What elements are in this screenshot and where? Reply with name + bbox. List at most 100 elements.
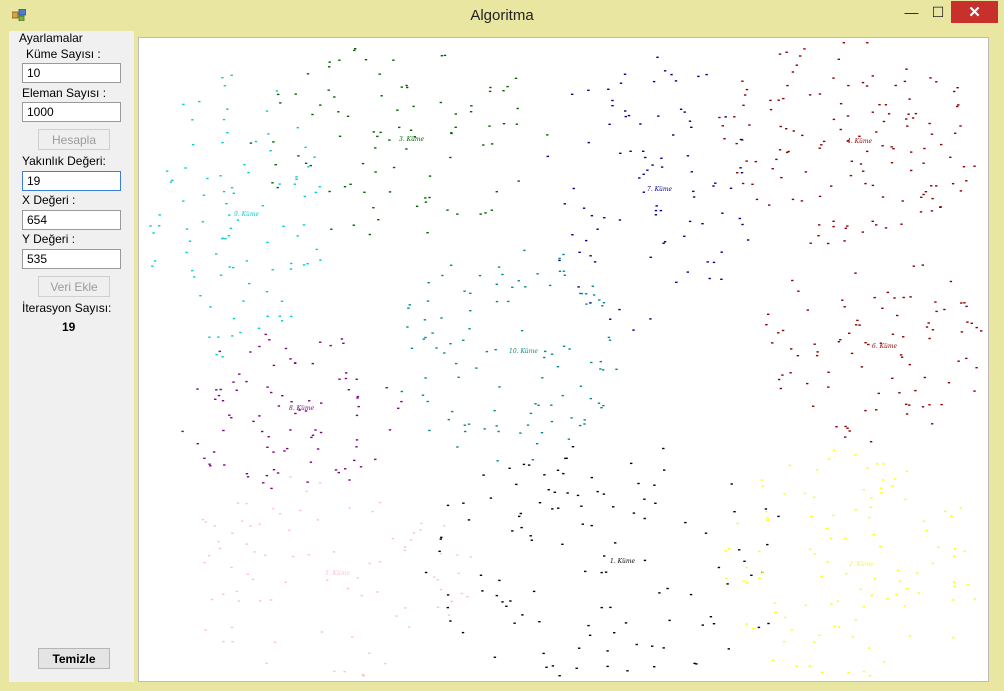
data-point bbox=[405, 84, 408, 87]
data-point bbox=[342, 342, 345, 344]
data-point bbox=[247, 171, 250, 174]
cluster-scatter-plot[interactable]: 1. Küme 2. Küme 3. Küme 4. Küme 5. Küme 6. Kü… bbox=[139, 38, 988, 681]
data-point bbox=[612, 506, 615, 508]
data-point bbox=[808, 665, 811, 667]
data-point bbox=[446, 606, 449, 609]
data-point bbox=[544, 350, 547, 353]
data-point bbox=[666, 587, 669, 590]
data-point bbox=[662, 242, 665, 244]
data-point bbox=[832, 225, 835, 228]
data-point bbox=[922, 162, 925, 164]
data-point bbox=[858, 135, 861, 137]
data-point bbox=[305, 490, 308, 493]
data-point bbox=[790, 348, 793, 350]
data-point bbox=[642, 150, 645, 152]
data-point bbox=[835, 426, 838, 428]
data-point bbox=[278, 183, 281, 185]
proximity-input[interactable]: 19 bbox=[22, 171, 121, 191]
data-point bbox=[880, 487, 883, 489]
data-point bbox=[415, 205, 419, 207]
data-point bbox=[935, 185, 938, 187]
data-point bbox=[643, 498, 646, 500]
data-point bbox=[627, 114, 631, 117]
data-point bbox=[803, 492, 806, 495]
data-point bbox=[400, 390, 403, 393]
data-point bbox=[745, 566, 748, 569]
data-point bbox=[245, 260, 248, 262]
data-point bbox=[346, 587, 350, 590]
data-point bbox=[924, 191, 928, 193]
data-point bbox=[930, 133, 934, 135]
data-point bbox=[829, 537, 832, 539]
data-point bbox=[431, 332, 434, 334]
data-point bbox=[553, 491, 556, 493]
data-point bbox=[521, 614, 524, 616]
minimize-button[interactable]: — bbox=[898, 1, 925, 23]
data-point bbox=[908, 98, 911, 100]
data-point bbox=[578, 647, 581, 649]
cluster-count-input[interactable]: 10 bbox=[22, 63, 121, 83]
data-point bbox=[764, 508, 768, 510]
data-point bbox=[237, 600, 240, 602]
data-point bbox=[302, 264, 306, 266]
data-point bbox=[587, 89, 590, 91]
data-point bbox=[493, 656, 497, 658]
data-point bbox=[768, 204, 771, 206]
data-point bbox=[439, 588, 443, 591]
data-point bbox=[524, 286, 527, 288]
data-point bbox=[599, 368, 602, 370]
data-point bbox=[839, 339, 842, 341]
close-button[interactable]: ✕ bbox=[951, 1, 998, 23]
calculate-button[interactable]: Hesapla bbox=[38, 129, 110, 150]
data-point bbox=[449, 156, 452, 159]
data-point bbox=[210, 598, 214, 601]
data-point bbox=[209, 306, 212, 308]
data-point bbox=[481, 590, 484, 592]
clear-button[interactable]: Temizle bbox=[38, 648, 110, 669]
element-count-input[interactable]: 1000 bbox=[22, 102, 121, 122]
data-point bbox=[166, 170, 169, 172]
data-point bbox=[956, 87, 959, 89]
data-point bbox=[182, 103, 185, 106]
data-point bbox=[204, 629, 207, 631]
data-point bbox=[266, 386, 269, 388]
data-point bbox=[931, 423, 934, 425]
title-bar[interactable]: Algoritma — ☐ ✕ bbox=[0, 0, 1004, 31]
data-point bbox=[643, 559, 647, 562]
data-point bbox=[791, 198, 795, 201]
data-point bbox=[875, 131, 878, 133]
data-point bbox=[659, 209, 663, 212]
data-point bbox=[643, 517, 646, 520]
data-point bbox=[898, 580, 902, 582]
add-data-button[interactable]: Veri Ekle bbox=[38, 276, 110, 297]
data-point bbox=[562, 270, 566, 272]
data-point bbox=[171, 179, 174, 181]
data-point bbox=[519, 512, 522, 515]
cluster-plot-panel[interactable]: 1. Küme 2. Küme 3. Küme 4. Küme 5. Küme 6. Kü… bbox=[138, 37, 989, 682]
data-point bbox=[839, 103, 843, 105]
data-point bbox=[529, 535, 532, 537]
data-point bbox=[249, 351, 252, 353]
maximize-button[interactable]: ☐ bbox=[925, 1, 951, 23]
cluster-7: 7. Küme bbox=[546, 56, 750, 331]
data-point bbox=[497, 266, 501, 268]
data-point bbox=[591, 285, 594, 287]
data-point bbox=[464, 430, 467, 433]
data-point bbox=[558, 270, 562, 272]
x-value-input[interactable]: 654 bbox=[22, 210, 121, 230]
cluster-label: 4. Küme bbox=[846, 138, 873, 145]
data-point bbox=[748, 124, 751, 126]
data-point bbox=[198, 100, 201, 103]
data-point bbox=[905, 470, 909, 472]
data-point bbox=[355, 378, 358, 380]
data-point bbox=[223, 85, 227, 87]
data-point bbox=[728, 547, 731, 550]
data-point bbox=[815, 469, 819, 471]
data-point bbox=[388, 139, 391, 141]
data-point bbox=[714, 182, 717, 184]
data-point bbox=[739, 167, 742, 169]
data-point bbox=[221, 141, 224, 144]
y-value-input[interactable]: 535 bbox=[22, 249, 121, 269]
data-point bbox=[345, 372, 348, 374]
data-point bbox=[396, 109, 399, 111]
